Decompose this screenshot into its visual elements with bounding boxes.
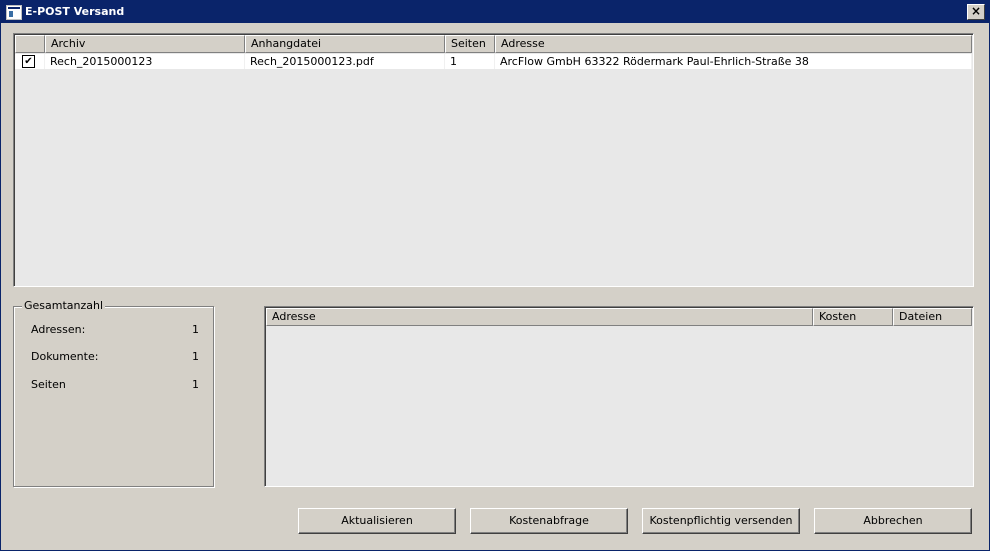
column-header-cost-adresse[interactable]: Adresse — [266, 308, 813, 326]
window-title: E-POST Versand — [25, 5, 125, 18]
refresh-button[interactable]: Aktualisieren — [298, 508, 456, 534]
cell-anhangdatei: Rech_2015000123.pdf — [245, 54, 445, 69]
documents-label: Dokumente: — [31, 350, 99, 363]
pages-count: 1 — [192, 378, 199, 391]
cost-query-button[interactable]: Kostenabfrage — [470, 508, 628, 534]
cancel-button[interactable]: Abbrechen — [814, 508, 972, 534]
column-header-dateien[interactable]: Dateien — [893, 308, 972, 326]
app-window-icon — [6, 5, 22, 20]
column-header-check[interactable] — [15, 35, 45, 53]
documents-count: 1 — [192, 350, 199, 363]
summary-title: Gesamtanzahl — [22, 299, 106, 312]
column-header-adresse[interactable]: Adresse — [495, 35, 972, 53]
column-header-anhangdatei[interactable]: Anhangdatei — [245, 35, 445, 53]
row-select-cell[interactable]: ✔ — [15, 54, 45, 69]
column-header-seiten[interactable]: Seiten — [445, 35, 495, 53]
table-row[interactable]: ✔ Rech_2015000123 Rech_2015000123.pdf 1 … — [15, 54, 972, 69]
row-checkbox[interactable]: ✔ — [22, 55, 35, 68]
documents-list[interactable]: Archiv Anhangdatei Seiten Adresse ✔ Rech… — [13, 33, 974, 287]
close-button[interactable]: × — [967, 4, 985, 20]
title-bar[interactable]: E-POST Versand × — [1, 1, 989, 23]
column-header-kosten[interactable]: Kosten — [813, 308, 893, 326]
send-paid-button[interactable]: Kostenpflichtig versenden — [642, 508, 800, 534]
cell-seiten: 1 — [445, 54, 495, 69]
addresses-label: Adressen: — [31, 323, 86, 336]
cost-list[interactable]: Adresse Kosten Dateien — [264, 306, 974, 487]
pages-label: Seiten — [31, 378, 66, 391]
summary-groupbox: Gesamtanzahl Adressen: 1 Dokumente: 1 Se… — [13, 299, 214, 487]
e-post-versand-window: E-POST Versand × Archiv Anhangdatei Seit… — [0, 0, 990, 551]
column-header-archiv[interactable]: Archiv — [45, 35, 245, 53]
cell-archiv: Rech_2015000123 — [45, 54, 245, 69]
cell-adresse: ArcFlow GmbH 63322 Rödermark Paul-Ehrlic… — [495, 54, 972, 69]
addresses-count: 1 — [192, 323, 199, 336]
